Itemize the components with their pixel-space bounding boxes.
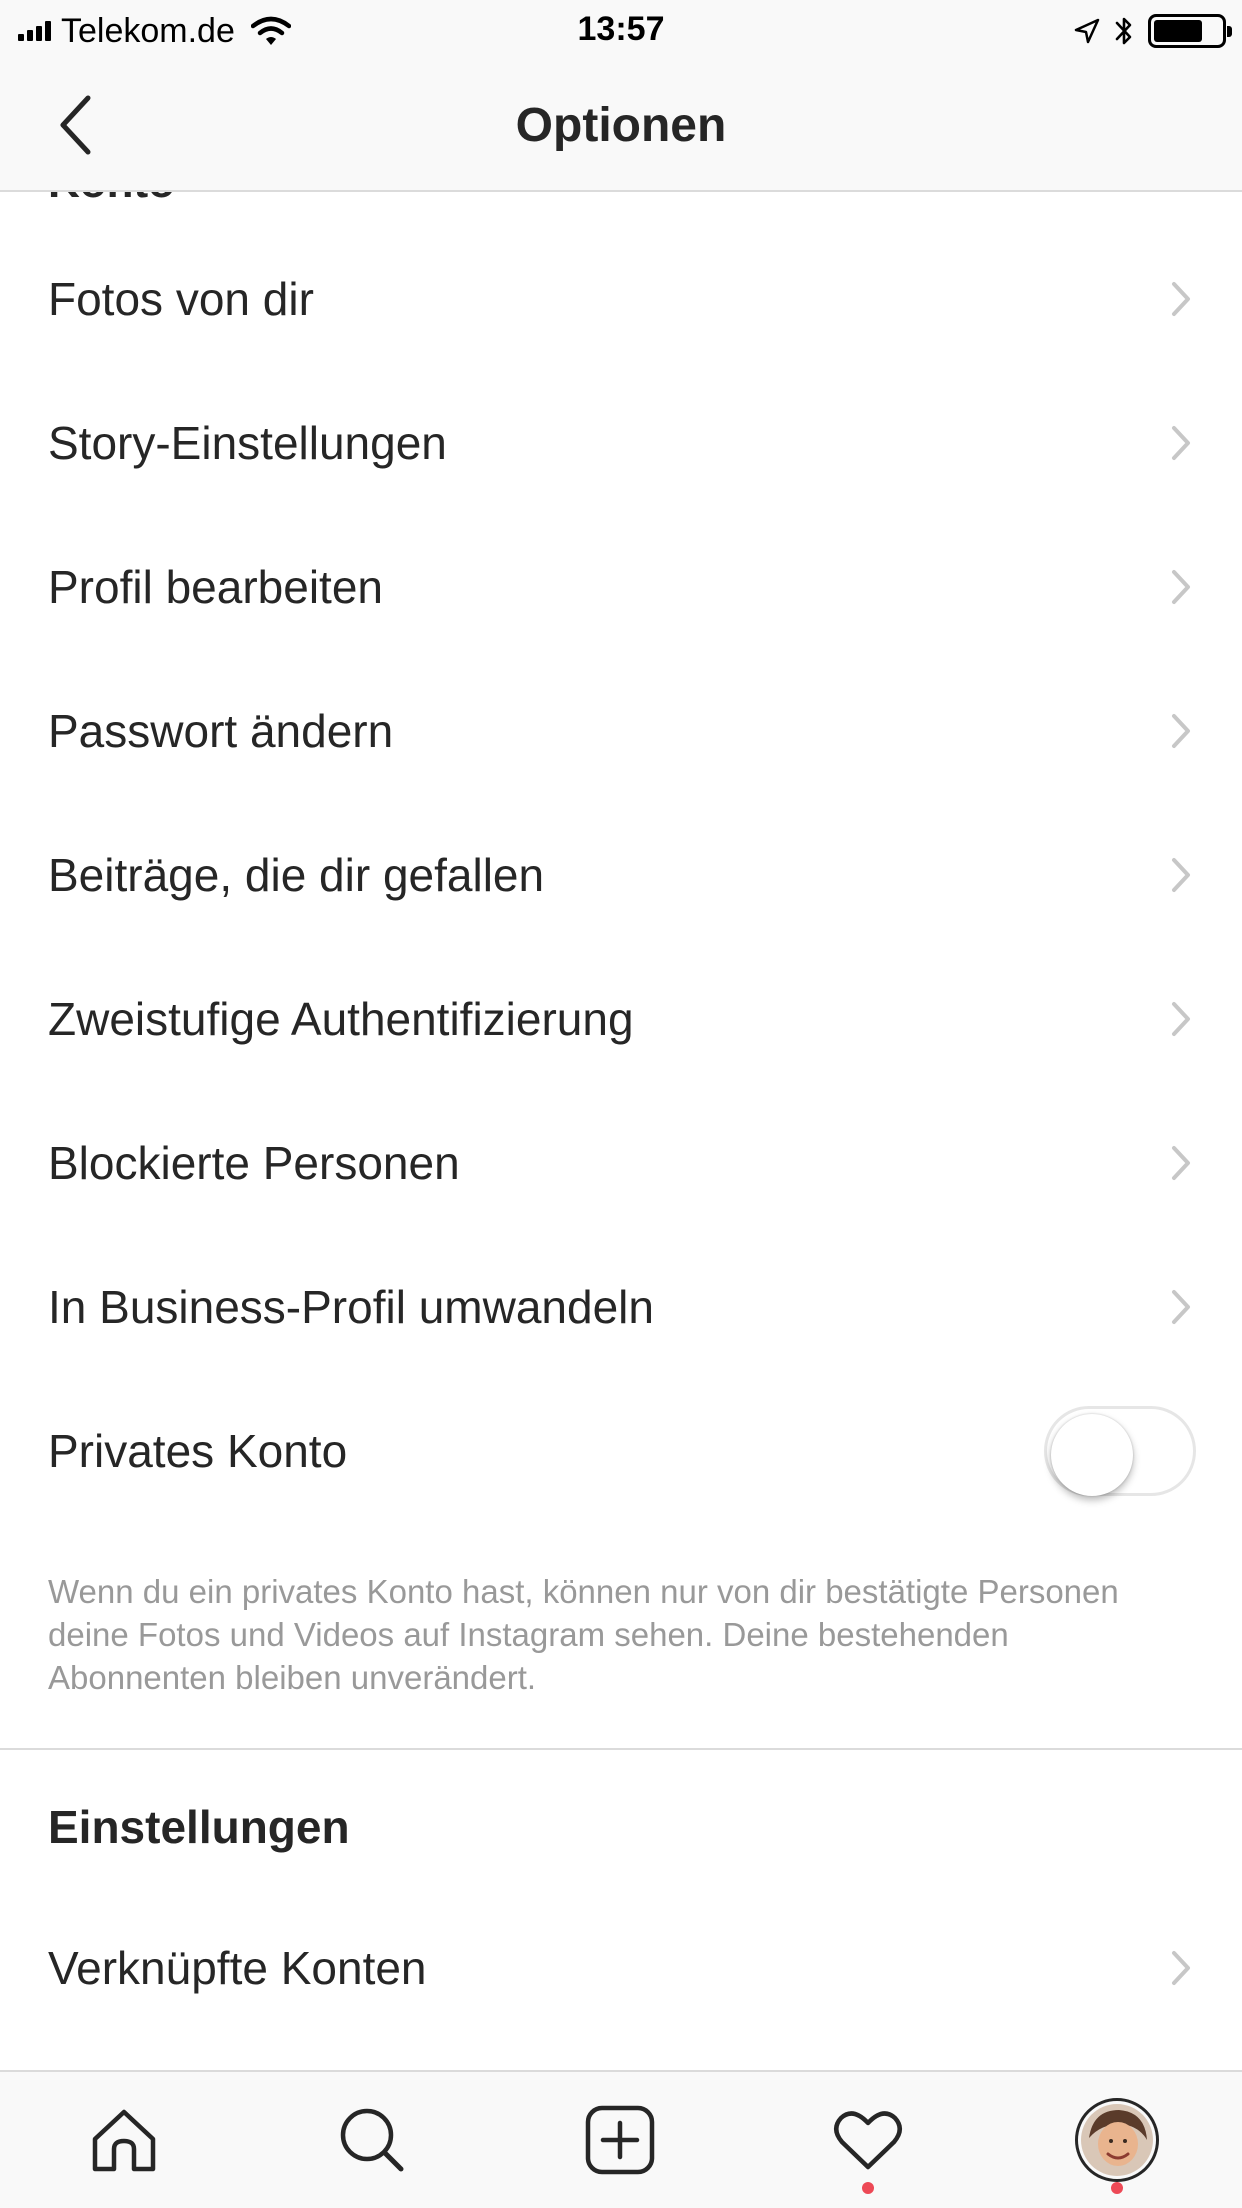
menu-item-label: Story-Einstellungen <box>48 417 447 469</box>
chevron-right-icon <box>1166 567 1196 607</box>
menu-item-label: Fotos von dir <box>48 273 314 325</box>
menu-item-label: Verknüpfte Konten <box>48 1942 427 1994</box>
avatar <box>1075 2098 1159 2182</box>
menu-item-label: Profil bearbeiten <box>48 561 383 613</box>
tab-search[interactable] <box>248 2072 496 2208</box>
chevron-right-icon <box>1166 711 1196 751</box>
menu-item-private-account: Privates Konto <box>0 1379 1242 1523</box>
toggle-knob <box>1051 1414 1133 1496</box>
chevron-right-icon <box>1166 279 1196 319</box>
notification-dot <box>1111 2182 1123 2194</box>
menu-item-blocked-accounts[interactable]: Blockierte Personen <box>0 1091 1242 1235</box>
private-account-toggle[interactable] <box>1044 1406 1196 1496</box>
page-title: Optionen <box>515 99 727 152</box>
search-icon <box>340 2108 404 2172</box>
bluetooth-icon <box>1115 17 1132 45</box>
menu-item-liked-posts[interactable]: Beiträge, die dir gefallen <box>0 803 1242 947</box>
status-time: 13:57 <box>577 10 665 48</box>
tab-home[interactable] <box>0 2072 248 2208</box>
tab-new-post[interactable] <box>496 2072 744 2208</box>
chevron-right-icon <box>1166 855 1196 895</box>
menu-item-edit-profile[interactable]: Profil bearbeiten <box>0 515 1242 659</box>
tab-activity[interactable] <box>744 2072 992 2208</box>
home-icon <box>92 2109 156 2172</box>
heart-icon <box>834 2111 902 2170</box>
status-bar-right <box>1074 12 1232 50</box>
chevron-right-icon <box>1166 999 1196 1039</box>
menu-item-change-password[interactable]: Passwort ändern <box>0 659 1242 803</box>
battery-icon <box>1148 14 1232 48</box>
account-menu: Fotos von dir Story-Einstellungen Profil… <box>0 227 1242 1523</box>
menu-item-label: Zweistufige Authentifizierung <box>48 993 634 1045</box>
menu-item-label: Beiträge, die dir gefallen <box>48 849 545 901</box>
notification-dot <box>862 2182 874 2194</box>
menu-item-label: Passwort ändern <box>48 705 394 757</box>
chevron-right-icon <box>1166 1143 1196 1183</box>
options-list[interactable]: Konto Fotos von dir Story-Einstellungen … <box>0 192 1242 2072</box>
chevron-right-icon <box>1166 1287 1196 1327</box>
menu-item-two-factor-auth[interactable]: Zweistufige Authentifizierung <box>0 947 1242 1091</box>
chevron-right-icon <box>1166 423 1196 463</box>
menu-item-label: Privates Konto <box>48 1425 348 1477</box>
navigation-bar: Optionen <box>0 62 1242 192</box>
menu-item-story-settings[interactable]: Story-Einstellungen <box>0 371 1242 515</box>
add-post-icon <box>585 2105 655 2175</box>
menu-item-label: Blockierte Personen <box>48 1137 460 1189</box>
private-account-help-text: Wenn du ein privates Konto hast, können … <box>48 1573 1119 1696</box>
chevron-right-icon <box>1166 1948 1196 1988</box>
tab-profile[interactable] <box>992 2072 1242 2208</box>
location-arrow-icon <box>1074 18 1100 44</box>
menu-item-linked-accounts[interactable]: Verknüpfte Konten <box>0 1896 1242 2040</box>
tab-bar <box>0 2070 1242 2208</box>
status-bar: Telekom.de 13:57 <box>0 0 1242 62</box>
menu-item-switch-to-business[interactable]: In Business-Profil umwandeln <box>0 1235 1242 1379</box>
section-heading-settings: Einstellungen <box>48 1801 350 1853</box>
menu-item-label: In Business-Profil umwandeln <box>48 1281 654 1333</box>
section-heading-account: Konto <box>48 192 175 208</box>
section-divider <box>0 1748 1242 1750</box>
menu-item-photos-of-you[interactable]: Fotos von dir <box>0 227 1242 371</box>
